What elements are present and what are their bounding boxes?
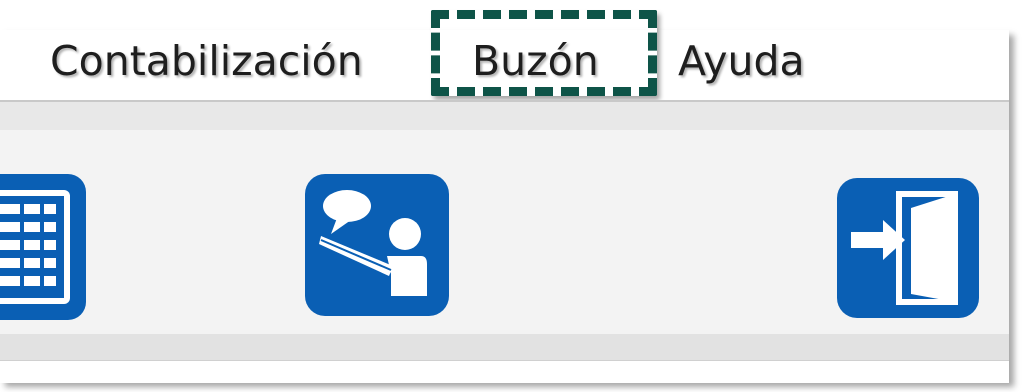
exit-button[interactable] — [833, 174, 983, 322]
content-area-top-edge — [0, 360, 1009, 383]
menu-item-contabilizacion[interactable]: Contabilización — [50, 33, 363, 89]
toolbar-bottom-band — [0, 334, 1009, 360]
messaging-icon — [305, 174, 449, 316]
toolbar — [0, 102, 1009, 360]
toolbar-top-band — [0, 102, 1009, 130]
screenshot-stage: Contabilización Buzón Ayuda — [0, 0, 1024, 392]
document-list-icon — [0, 174, 86, 320]
application-window: Contabilización Buzón Ayuda — [0, 10, 1009, 383]
messaging-button[interactable] — [301, 170, 453, 320]
document-list-button[interactable] — [0, 174, 90, 320]
menu-item-buzon[interactable]: Buzón — [472, 33, 599, 89]
menu-item-ayuda[interactable]: Ayuda — [678, 33, 805, 89]
exit-door-icon — [837, 178, 979, 318]
menu-bar: Contabilización Buzón Ayuda — [0, 10, 1009, 100]
